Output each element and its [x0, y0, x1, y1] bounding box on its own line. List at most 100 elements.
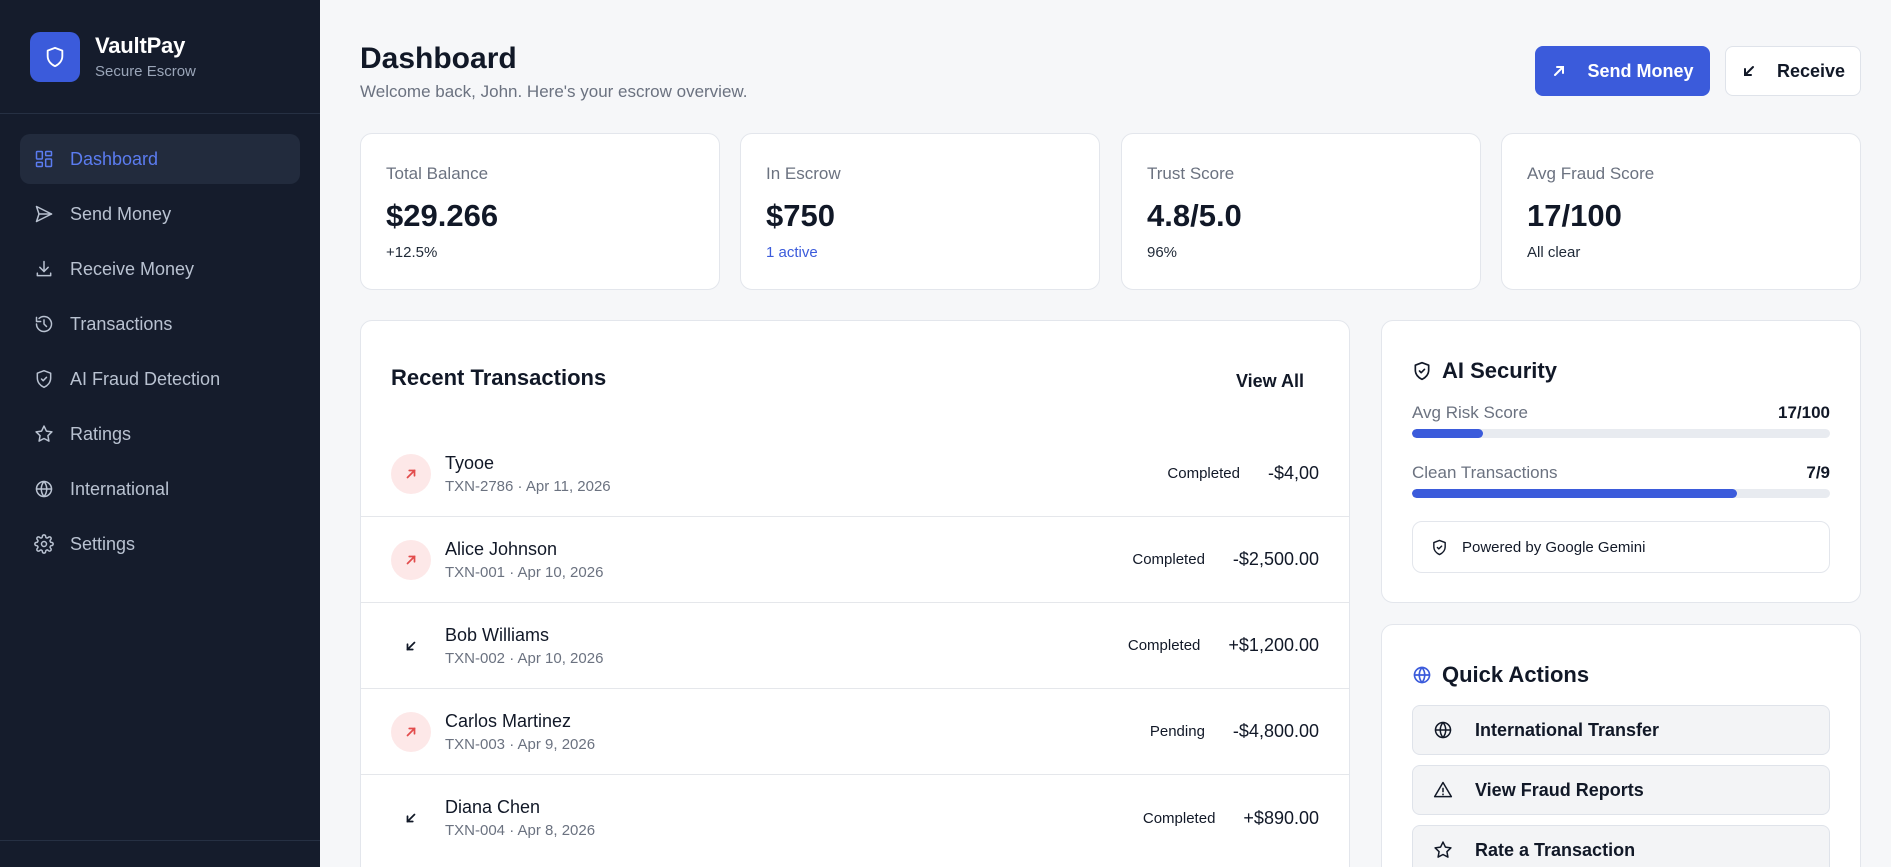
- transaction-meta: TXN-002 · Apr 10, 2026: [445, 649, 604, 667]
- view-fraud-reports-button[interactable]: View Fraud Reports: [1412, 765, 1830, 815]
- ai-security-title: AI Security: [1442, 358, 1557, 383]
- stat-value: $750: [766, 198, 835, 233]
- international-transfer-button[interactable]: International Transfer: [1412, 705, 1830, 755]
- sidebar-item-dashboard[interactable]: Dashboard: [20, 134, 300, 184]
- transaction-name: Carlos Martinez: [445, 710, 572, 731]
- avg-risk-bar-fill: [1412, 429, 1484, 438]
- clean-transactions-bar: [1412, 489, 1830, 498]
- stat-label: Total Balance: [386, 164, 489, 183]
- arrow-up-right-icon: [391, 453, 431, 494]
- transaction-row[interactable]: Alice Johnson TXN-001 · Apr 10, 2026 Comp…: [361, 517, 1349, 603]
- stat-label: Trust Score: [1147, 164, 1235, 183]
- stat-card-avg-fraud-score: Avg Fraud Score 17/100 All clear: [1501, 133, 1861, 290]
- sidebar-item-label: AI Fraud Detection: [70, 368, 221, 389]
- download-icon: [34, 259, 54, 279]
- avg-risk-bar: [1412, 429, 1830, 438]
- stat-card-trust-score: Trust Score 4.8/5.0 96%: [1121, 133, 1481, 290]
- transaction-status: Completed: [1132, 551, 1205, 568]
- avg-risk-value: 17/100: [1778, 403, 1830, 422]
- sidebar-item-receive-money[interactable]: Receive Money: [20, 244, 300, 294]
- arrow-down-left-icon: [391, 798, 431, 838]
- history-icon: [34, 314, 54, 334]
- sidebar-item-transactions[interactable]: Transactions: [20, 299, 300, 349]
- page-title: Dashboard: [360, 42, 517, 75]
- transaction-status: Completed: [1127, 637, 1201, 654]
- recent-transactions-title: Recent Transactions: [391, 365, 607, 390]
- sidebar-nav: Dashboard Send Money Receive Money Trans…: [0, 114, 320, 594]
- send-money-button[interactable]: Send Money: [1535, 46, 1710, 96]
- transaction-status: Pending: [1149, 723, 1205, 740]
- sidebar: VaultPay Secure Escrow Dashboard Send Mo…: [0, 0, 320, 867]
- stat-label: Avg Fraud Score: [1527, 164, 1655, 183]
- alert-triangle-icon: [1433, 781, 1453, 798]
- sidebar-item-label: Dashboard: [70, 148, 159, 169]
- brand-subtitle: Secure Escrow: [95, 63, 196, 80]
- view-all-button[interactable]: View All: [1236, 371, 1304, 392]
- clean-transactions-label: Clean Transactions: [1412, 463, 1558, 482]
- send-icon: [34, 204, 54, 224]
- shield-check-icon: [1433, 539, 1446, 555]
- sidebar-item-label: Send Money: [70, 203, 172, 224]
- star-icon: [1434, 841, 1452, 858]
- transaction-status: Completed: [1167, 465, 1240, 482]
- stat-card-in-escrow: In Escrow $750 1 active: [740, 133, 1100, 290]
- transaction-row[interactable]: Bob Williams TXN-002 · Apr 10, 2026 Compl…: [361, 603, 1349, 689]
- sidebar-item-send-money[interactable]: Send Money: [20, 189, 300, 239]
- arrow-up-right-icon: [391, 711, 431, 752]
- rate-transaction-button[interactable]: Rate a Transaction: [1412, 825, 1830, 867]
- transaction-row[interactable]: Diana Chen TXN-004 · Apr 8, 2026 Complete…: [361, 775, 1349, 861]
- avg-risk-metric: Avg Risk Score 17/100: [1412, 403, 1830, 438]
- star-icon: [34, 424, 54, 444]
- sidebar-item-settings[interactable]: Settings: [20, 519, 300, 569]
- ai-security-card: AI Security Avg Risk Score 17/100 Clean T…: [1381, 320, 1861, 603]
- quick-actions-title: Quick Actions: [1442, 662, 1590, 687]
- transaction-meta: TXN-003 · Apr 9, 2026: [445, 735, 596, 753]
- sidebar-item-label: Ratings: [70, 423, 132, 444]
- sidebar-item-ratings[interactable]: Ratings: [20, 409, 300, 459]
- arrow-down-left-icon: [1743, 66, 1754, 76]
- receive-label: Receive: [1776, 60, 1846, 81]
- globe-icon: [34, 479, 54, 499]
- transaction-amount: -$2,500.00: [1232, 549, 1319, 569]
- receive-button[interactable]: Receive: [1725, 46, 1861, 96]
- transaction-row[interactable]: Tyooe TXN-2786 · Apr 11, 2026 Completed -$…: [361, 431, 1349, 517]
- quick-actions-header: Quick Actions: [1412, 662, 1589, 688]
- stat-value: 4.8/5.0: [1147, 198, 1242, 233]
- sidebar-item-label: Receive Money: [70, 258, 195, 279]
- grid-icon: [34, 149, 54, 169]
- quick-actions-card: Quick Actions International Transfer Vie…: [1381, 624, 1861, 867]
- shield-check-icon: [1414, 361, 1430, 381]
- stat-value: $29.266: [386, 198, 499, 233]
- powered-by-badge: Powered by Google Gemini: [1412, 521, 1830, 573]
- shield-icon: [34, 369, 54, 389]
- clean-transactions-value: 7/9: [1806, 463, 1830, 482]
- sidebar-item-international[interactable]: International: [20, 464, 300, 514]
- transaction-row[interactable]: Carlos Martinez TXN-003 · Apr 9, 2026 Pen…: [361, 689, 1349, 775]
- transaction-amount: -$4,800.00: [1232, 721, 1319, 741]
- arrow-up-right-icon: [1554, 66, 1565, 76]
- transaction-meta: TXN-2786 · Apr 11, 2026: [445, 477, 611, 495]
- quick-action-label: View Fraud Reports: [1475, 779, 1644, 800]
- powered-by-text: Powered by Google Gemini: [1462, 538, 1646, 556]
- transaction-name: Tyooe: [445, 452, 495, 473]
- transaction-list: Tyooe TXN-2786 · Apr 11, 2026 Completed -$…: [361, 431, 1349, 861]
- transaction-meta: TXN-004 · Apr 8, 2026: [445, 822, 596, 839]
- transaction-name: Diana Chen: [445, 797, 541, 817]
- brand-name: VaultPay: [95, 33, 186, 58]
- gear-icon: [34, 534, 54, 554]
- avg-risk-label: Avg Risk Score: [1412, 403, 1528, 422]
- quick-action-label: International Transfer: [1475, 719, 1660, 740]
- clean-transactions-metric: Clean Transactions 7/9: [1412, 463, 1830, 498]
- shield-logo-icon: [30, 31, 80, 82]
- arrow-up-right-icon: [391, 539, 431, 580]
- stat-sub: All clear: [1527, 244, 1581, 261]
- brand: VaultPay Secure Escrow: [0, 0, 320, 114]
- sidebar-item-label: International: [70, 478, 170, 499]
- stat-sub: +12.5%: [386, 244, 438, 261]
- transaction-amount: -$4,00: [1267, 463, 1319, 483]
- transaction-name: Bob Williams: [445, 624, 550, 645]
- sidebar-item-label: Transactions: [70, 313, 173, 334]
- page-subtitle: Welcome back, John. Here's your escrow o…: [360, 82, 748, 101]
- stat-sub: 1 active: [766, 244, 818, 261]
- sidebar-item-ai-fraud-detection[interactable]: AI Fraud Detection: [20, 354, 300, 404]
